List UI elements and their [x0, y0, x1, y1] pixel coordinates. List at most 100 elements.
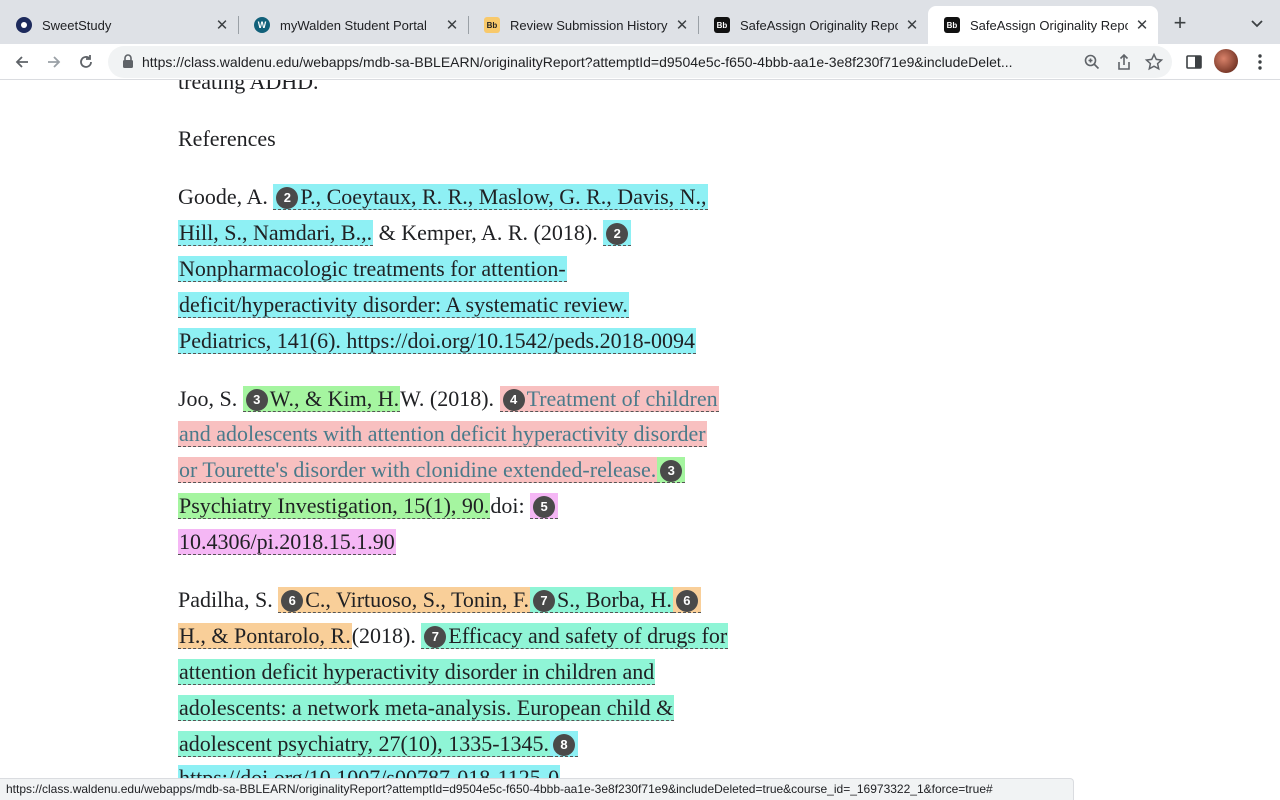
source-badge[interactable]: 4	[502, 388, 525, 411]
tab-title: SweetStudy	[42, 17, 112, 33]
share-icon[interactable]	[1114, 52, 1134, 72]
matched-text: C., Virtuoso, S., Tonin, F.	[305, 587, 530, 612]
plain-text: & Kemper, A. R. (2018).	[378, 220, 598, 245]
source-badge[interactable]: 7	[424, 625, 447, 648]
match-highlight[interactable]: 4 Treatment of children	[499, 386, 719, 412]
matched-text: P., Coeytaux, R. R., Maslow, G. R., Davi…	[300, 184, 707, 209]
bookmark-star-icon[interactable]	[1144, 52, 1164, 72]
matched-text: Hill, S., Namdari, B.,.	[179, 220, 373, 245]
match-highlight[interactable]: 3 W., & Kim, H.	[242, 386, 401, 412]
plain-text: Padilha, S.	[178, 587, 273, 612]
match-highlight[interactable]: 6 C., Virtuoso, S., Tonin, F.	[278, 587, 531, 613]
blackboard-icon: Bb	[944, 17, 960, 33]
plain-text: doi:	[490, 493, 525, 518]
profile-avatar[interactable]	[1214, 49, 1238, 73]
match-highlight[interactable]: Nonpharmacologic treatments for attentio…	[178, 256, 567, 282]
match-highlight[interactable]: 8	[550, 731, 579, 757]
match-highlight[interactable]: 7 Efficacy and safety of drugs for	[421, 623, 729, 649]
close-icon[interactable]: ✕	[444, 16, 460, 34]
kebab-menu-icon[interactable]	[1250, 52, 1270, 72]
reference-line: and adolescents with attention deficit h…	[178, 420, 707, 448]
source-badge[interactable]: 3	[660, 459, 683, 482]
match-highlight[interactable]: 10.4306/pi.2018.15.1.90	[178, 529, 396, 555]
source-badge[interactable]: 5	[533, 495, 556, 518]
plain-text: Goode, A.	[178, 184, 268, 209]
report-document: treating ADHD. References Goode, A. 2 P.,…	[0, 80, 1280, 800]
browser-toolbar: https://class.waldenu.edu/webapps/mdb-sa…	[0, 44, 1280, 80]
plain-text: Joo, S.	[178, 386, 238, 411]
source-badge[interactable]: 2	[276, 186, 299, 209]
tab-safeassign-1[interactable]: Bb SafeAssign Originality Report ✕	[698, 6, 928, 44]
match-highlight[interactable]: Pediatrics, 141(6). https://doi.org/10.1…	[178, 328, 696, 354]
match-highlight[interactable]: H., & Pontarolo, R.	[178, 623, 352, 649]
tab-mywalden[interactable]: W myWalden Student Portal ✕	[238, 6, 468, 44]
match-highlight[interactable]: Psychiatry Investigation, 15(1), 90.	[178, 493, 491, 519]
source-badge[interactable]: 7	[533, 589, 556, 612]
matched-text: S., Borba, H.	[557, 587, 672, 612]
link-status-bar: https://class.waldenu.edu/webapps/mdb-sa…	[0, 778, 1074, 800]
tab-review-submission[interactable]: Bb Review Submission History: S ✕	[468, 6, 698, 44]
reference-line: Padilha, S. 6 C., Virtuoso, S., Tonin, F.…	[178, 586, 701, 614]
tab-strip: SweetStudy ✕ W myWalden Student Portal ✕…	[0, 0, 1280, 44]
walden-icon: W	[254, 17, 270, 33]
reference-line: 10.4306/pi.2018.15.1.90	[178, 528, 396, 556]
match-highlight[interactable]: Hill, S., Namdari, B.,.	[178, 220, 374, 246]
forward-arrow-icon[interactable]	[42, 50, 66, 74]
reference-line: Hill, S., Namdari, B.,. & Kemper, A. R. …	[178, 219, 632, 247]
source-badge[interactable]: 6	[675, 589, 698, 612]
matched-text: W., & Kim, H.	[269, 386, 400, 411]
reference-line: adolescent psychiatry, 27(10), 1335-1345…	[178, 730, 579, 758]
tab-title: myWalden Student Portal	[280, 17, 427, 33]
sweetstudy-icon	[16, 17, 32, 33]
match-highlight[interactable]: 6	[672, 587, 701, 613]
reference-line: deficit/hyperactivity disorder: A system…	[178, 291, 629, 319]
close-icon[interactable]: ✕	[674, 16, 690, 34]
match-highlight[interactable]: deficit/hyperactivity disorder: A system…	[178, 292, 629, 318]
plain-text: (2018).	[351, 623, 416, 648]
source-badge[interactable]: 2	[606, 222, 629, 245]
match-highlight[interactable]: adolescents: a network meta-analysis. Eu…	[178, 695, 675, 721]
source-badge[interactable]: 3	[245, 388, 268, 411]
match-highlight[interactable]: adolescent psychiatry, 27(10), 1335-1345…	[178, 731, 551, 757]
side-panel-icon[interactable]	[1184, 52, 1204, 72]
reference-line: adolescents: a network meta-analysis. Eu…	[178, 694, 675, 722]
close-icon[interactable]: ✕	[1134, 16, 1150, 34]
reference-line: Joo, S. 3 W., & Kim, H.W. (2018). 4 Treatm…	[178, 385, 719, 413]
reference-line: Nonpharmacologic treatments for attentio…	[178, 255, 567, 283]
reload-icon[interactable]	[74, 50, 98, 74]
address-bar[interactable]: https://class.waldenu.edu/webapps/mdb-sa…	[108, 46, 1172, 78]
tab-title: Review Submission History: S	[510, 17, 668, 33]
references-heading: References	[178, 126, 276, 151]
match-highlight[interactable]: 3	[657, 457, 686, 483]
reference-line: H., & Pontarolo, R.(2018). 7 Efficacy and…	[178, 622, 729, 650]
lock-icon[interactable]	[122, 54, 134, 68]
tab-title: SafeAssign Originality Report	[740, 17, 898, 33]
new-tab-button[interactable]: +	[1168, 12, 1192, 36]
reference-line: or Tourette's disorder with clonidine ex…	[178, 456, 686, 484]
close-icon[interactable]: ✕	[214, 16, 230, 34]
reference-line: attention deficit hyperactivity disorder…	[178, 658, 656, 686]
reference-line: Psychiatry Investigation, 15(1), 90.doi:…	[178, 492, 559, 520]
zoom-icon[interactable]	[1082, 52, 1102, 72]
blackboard-icon: Bb	[714, 17, 730, 33]
tab-search-chevron-icon[interactable]	[1248, 14, 1266, 32]
tab-title: SafeAssign Originality Report	[970, 17, 1128, 33]
match-highlight[interactable]: 2	[603, 220, 632, 246]
blackboard-icon: Bb	[484, 17, 500, 33]
close-icon[interactable]: ✕	[904, 16, 920, 34]
url-text[interactable]: https://class.waldenu.edu/webapps/mdb-sa…	[142, 54, 1082, 70]
match-highlight[interactable]: 2 P., Coeytaux, R. R., Maslow, G. R., Dav…	[273, 184, 708, 210]
tab-safeassign-2[interactable]: Bb SafeAssign Originality Report ✕	[928, 6, 1158, 44]
reference-line: Goode, A. 2 P., Coeytaux, R. R., Maslow, …	[178, 183, 708, 211]
matched-text: Treatment of children	[526, 386, 718, 411]
match-highlight[interactable]: 7 S., Borba, H.	[530, 587, 673, 613]
source-badge[interactable]: 6	[281, 589, 304, 612]
source-badge[interactable]: 8	[553, 733, 576, 756]
tab-sweetstudy[interactable]: SweetStudy ✕	[0, 6, 238, 44]
match-highlight[interactable]: or Tourette's disorder with clonidine ex…	[178, 457, 658, 483]
match-highlight[interactable]: and adolescents with attention deficit h…	[178, 421, 707, 447]
match-highlight[interactable]: 5	[530, 493, 559, 519]
reference-line: Pediatrics, 141(6). https://doi.org/10.1…	[178, 327, 696, 355]
back-arrow-icon[interactable]	[10, 50, 34, 74]
match-highlight[interactable]: attention deficit hyperactivity disorder…	[178, 659, 656, 685]
